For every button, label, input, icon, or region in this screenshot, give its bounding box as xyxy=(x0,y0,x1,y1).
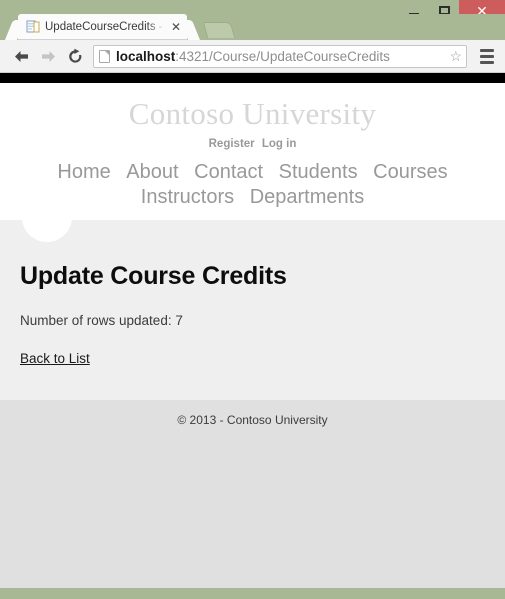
nav-item-students[interactable]: Students xyxy=(279,161,358,183)
header-circle-artifact xyxy=(22,192,72,243)
page-top-black-bar xyxy=(0,73,505,83)
nav-item-about[interactable]: About xyxy=(126,161,178,183)
browser-toolbar: localhost:4321/Course/UpdateCourseCredit… xyxy=(0,40,505,73)
url-path: :4321/Course/UpdateCourseCredits xyxy=(175,48,390,64)
nav-item-departments[interactable]: Departments xyxy=(250,186,365,208)
menu-button[interactable] xyxy=(475,43,499,69)
back-to-list-link[interactable]: Back to List xyxy=(20,351,90,366)
forward-arrow-icon xyxy=(42,50,55,62)
nav-item-home[interactable]: Home xyxy=(57,161,110,183)
main-nav: Home About Contact Students Courses Inst… xyxy=(0,160,505,210)
document-favicon-icon xyxy=(26,20,40,34)
tab-close-icon[interactable]: ✕ xyxy=(171,21,181,33)
title-bar: ✕ xyxy=(0,0,505,22)
rows-updated-status: Number of rows updated: 7 xyxy=(20,313,183,329)
login-link[interactable]: Log in xyxy=(262,138,297,150)
back-button[interactable] xyxy=(8,43,35,70)
site-header: Contoso University Register Log in Home … xyxy=(0,83,505,243)
register-link[interactable]: Register xyxy=(209,138,255,150)
page-document-icon xyxy=(99,49,110,63)
browser-tab-active[interactable]: UpdateCourseCredits - Co ✕ xyxy=(18,14,188,40)
page-title: Update Course Credits xyxy=(20,262,287,291)
site-footer: © 2013 - Contoso University xyxy=(0,400,505,441)
new-tab-button[interactable] xyxy=(202,22,236,38)
nav-item-courses[interactable]: Courses xyxy=(373,161,447,183)
menu-icon-bar xyxy=(480,54,494,58)
address-bar[interactable]: localhost:4321/Course/UpdateCourseCredit… xyxy=(93,44,467,68)
forward-button[interactable] xyxy=(35,43,62,70)
main-content: Update Course Credits Number of rows upd… xyxy=(0,220,505,401)
site-title: Contoso University xyxy=(128,96,377,131)
browser-tab-title: UpdateCourseCredits - Co xyxy=(45,21,165,33)
menu-icon-bar xyxy=(480,48,494,52)
copyright-text: © 2013 - Contoso University xyxy=(177,413,328,428)
reload-button[interactable] xyxy=(62,43,89,70)
reload-icon xyxy=(69,48,82,63)
nav-item-instructors[interactable]: Instructors xyxy=(141,186,234,208)
bookmark-star-icon[interactable]: ☆ xyxy=(449,48,462,65)
account-nav: Register Log in xyxy=(0,138,505,150)
menu-icon-bar xyxy=(480,60,494,64)
back-arrow-icon xyxy=(15,50,28,62)
url-host: localhost xyxy=(116,48,176,64)
page-viewport: Contoso University Register Log in Home … xyxy=(0,73,505,588)
browser-window: ✕ UpdateCourseCredits - Co ✕ xyxy=(0,0,505,599)
tab-strip: UpdateCourseCredits - Co ✕ xyxy=(0,14,505,40)
nav-item-contact[interactable]: Contact xyxy=(194,161,263,183)
url-text: localhost:4321/Course/UpdateCourseCredit… xyxy=(116,49,445,64)
